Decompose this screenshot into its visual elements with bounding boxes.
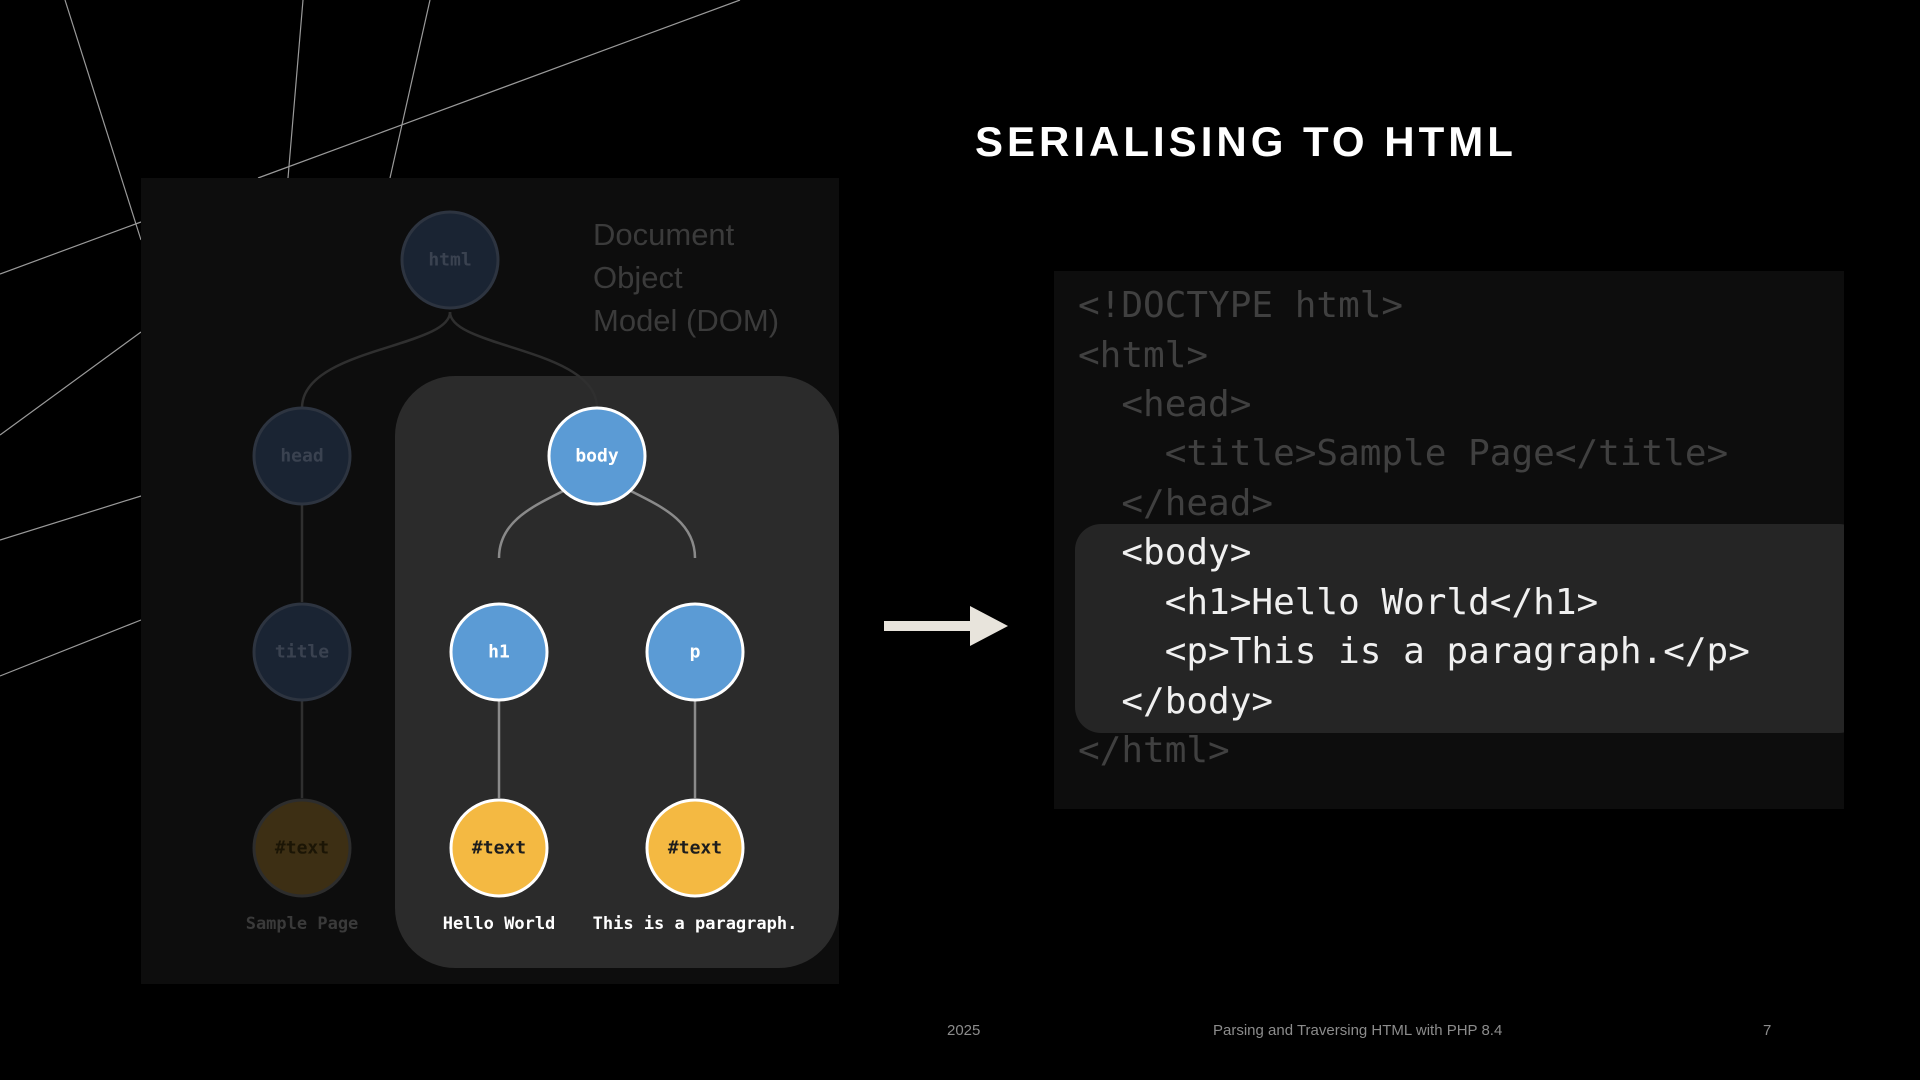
dom-tree-diagram: Document Object Model (DOM) html head bo…: [246, 210, 839, 968]
svg-text:#text: #text: [668, 838, 722, 859]
code-line-3: <head>: [1078, 384, 1252, 425]
svg-text:p: p: [690, 642, 701, 663]
code-line-4: <title>Sample Page</title>: [1078, 433, 1729, 474]
svg-text:#text: #text: [472, 838, 526, 859]
node-text-h1: #text: [449, 798, 549, 898]
node-html: html: [400, 210, 500, 310]
code-line-10: </html>: [1078, 730, 1230, 771]
svg-text:title: title: [275, 642, 329, 663]
slide-title: SERIALISING TO HTML: [975, 118, 1517, 165]
node-p: p: [645, 602, 745, 702]
node-body: body: [547, 406, 647, 506]
svg-text:#text: #text: [275, 838, 329, 859]
svg-text:html: html: [428, 250, 471, 271]
code-line-9: </body>: [1078, 681, 1274, 722]
node-title: title: [252, 602, 352, 702]
code-line-1: <!DOCTYPE html>: [1078, 285, 1404, 326]
node-text-title: #text: [252, 798, 352, 898]
node-text-p: #text: [645, 798, 745, 898]
footer-presentation-title: Parsing and Traversing HTML with PHP 8.4: [1213, 1022, 1503, 1039]
footer-year: 2025: [947, 1022, 981, 1039]
dom-caption-line-2: Object: [593, 260, 683, 295]
dom-tree-panel: Document Object Model (DOM) html head bo…: [141, 178, 839, 984]
code-line-2: <html>: [1078, 335, 1209, 376]
dom-caption-line-1: Document: [593, 217, 735, 252]
right-arrow-icon: [884, 606, 1008, 646]
code-line-7: <h1>Hello World</h1>: [1078, 582, 1599, 623]
dom-caption-line-3: Model (DOM): [593, 303, 779, 338]
code-line-5: </head>: [1078, 483, 1274, 524]
svg-text:head: head: [280, 446, 323, 467]
footer-page-number: 7: [1763, 1022, 1772, 1039]
code-line-8: <p>This is a paragraph.</p>: [1078, 631, 1750, 672]
node-h1: h1: [449, 602, 549, 702]
node-head: head: [252, 406, 352, 506]
leaf-label-hello-world: Hello World: [443, 914, 556, 934]
html-code-panel: <!DOCTYPE html> <html> <head> <title>Sam…: [1054, 271, 1844, 809]
svg-text:h1: h1: [488, 642, 510, 663]
code-line-6: <body>: [1078, 532, 1252, 573]
svg-text:body: body: [575, 446, 619, 467]
leaf-label-paragraph: This is a paragraph.: [593, 914, 798, 934]
leaf-label-sample-page: Sample Page: [246, 914, 359, 934]
